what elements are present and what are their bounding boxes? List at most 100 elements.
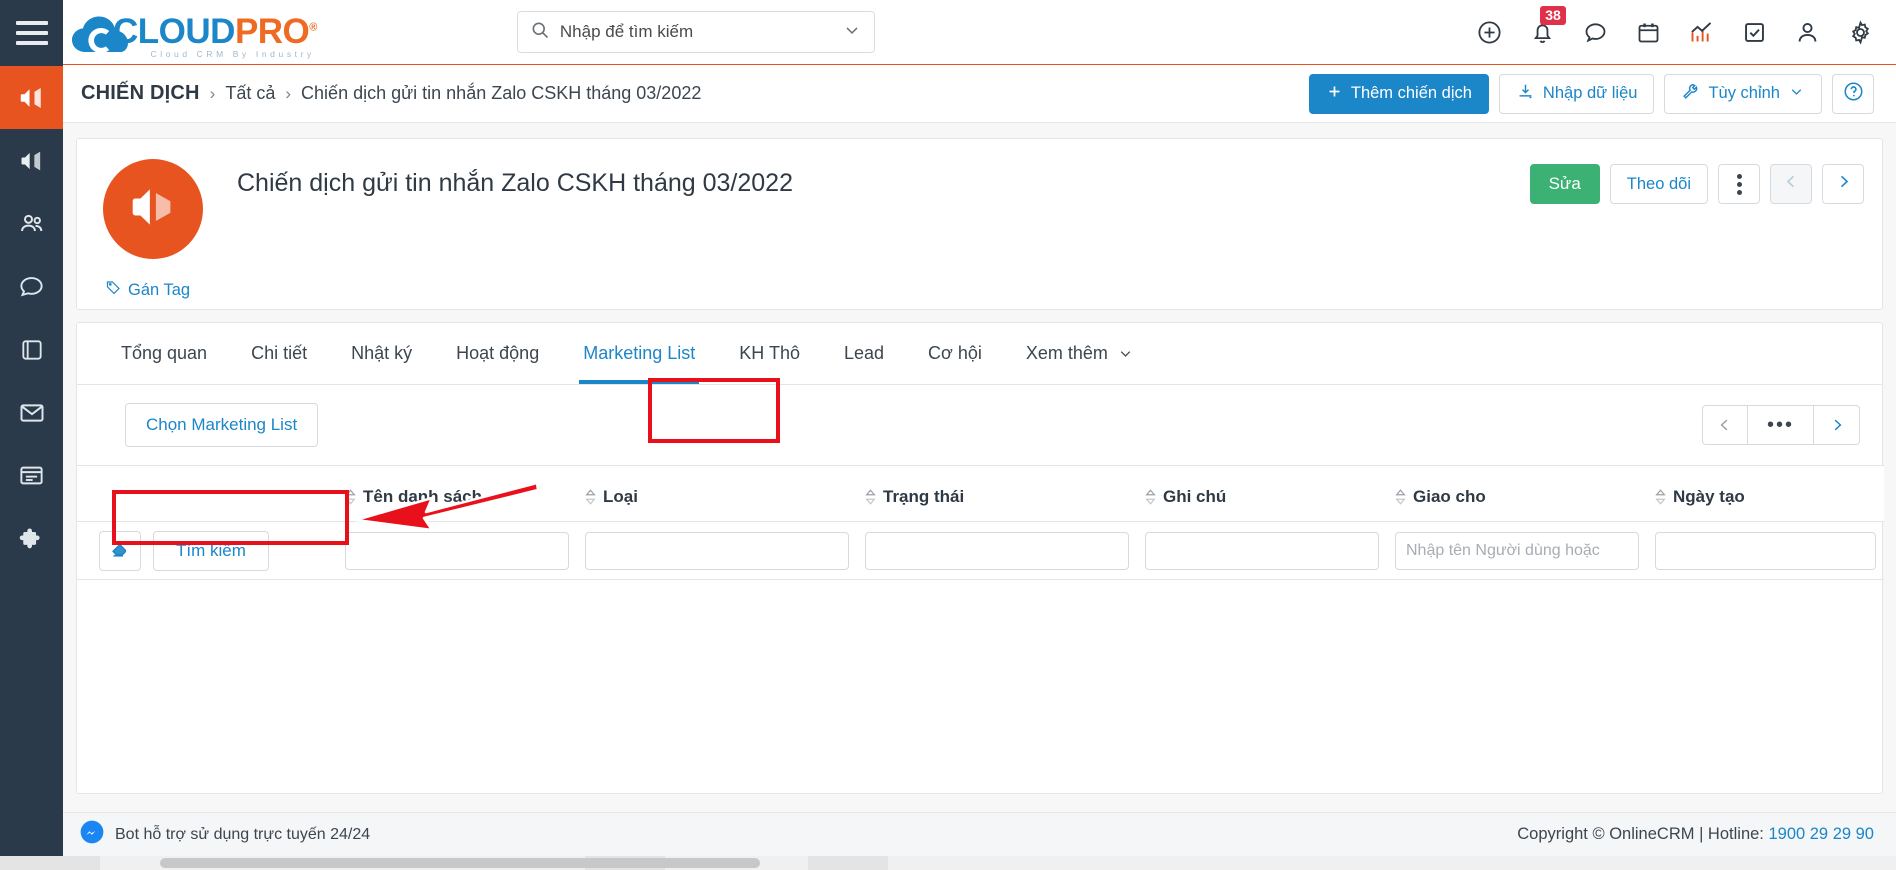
avatar [103, 159, 203, 259]
support-bot-link[interactable]: Bot hỗ trợ sử dụng trực tuyến 24/24 [79, 819, 370, 850]
choose-marketing-list-button[interactable]: Chọn Marketing List [125, 403, 319, 447]
breadcrumb-parent[interactable]: Tất cả [225, 83, 275, 104]
add-campaign-button[interactable]: Thêm chiến dịch [1308, 73, 1489, 114]
tab-label: Lead [843, 343, 885, 363]
pager-more-button[interactable]: ••• [1748, 405, 1814, 445]
pager-next-button[interactable] [1814, 405, 1860, 445]
sort-icon[interactable] [865, 488, 876, 505]
tab-label: Marketing List [583, 343, 696, 363]
breadcrumb-bar: CHIẾN DỊCH › Tất cả › Chiến dịch gửi tin… [63, 65, 1896, 123]
customize-button[interactable]: Tùy chỉnh [1664, 73, 1822, 114]
tab-tong-quan[interactable]: Tổng quan [99, 323, 229, 384]
sort-icon[interactable] [585, 488, 596, 505]
tab-nhat-ky[interactable]: Nhật ký [329, 323, 434, 384]
sidebar-item-campaigns[interactable] [0, 66, 63, 129]
clear-filters-button[interactable] [99, 530, 141, 571]
list-toolbar: Chọn Marketing List ••• [77, 385, 1882, 465]
gear-icon[interactable] [1847, 19, 1874, 46]
filter-input-loai[interactable] [585, 531, 849, 570]
tab-label: KH Thô [739, 343, 800, 363]
sidebar-item-lists[interactable] [0, 444, 63, 507]
plus-icon [1326, 83, 1343, 105]
filter-input-ngay-tao[interactable] [1655, 531, 1876, 570]
add-campaign-label: Thêm chiến dịch [1350, 84, 1472, 102]
th-giao-cho[interactable]: Giao cho [1387, 465, 1647, 522]
assign-tag-link[interactable]: Gán Tag [105, 279, 190, 301]
sidebar-item-customers[interactable] [0, 192, 63, 255]
help-button[interactable] [1832, 73, 1874, 114]
tab-chi-tiet[interactable]: Chi tiết [229, 323, 329, 384]
th-ten-danh-sach[interactable]: Tên danh sách [337, 465, 577, 522]
th-actions [77, 465, 337, 522]
sort-icon[interactable] [345, 488, 356, 505]
pager-prev-button[interactable] [1702, 405, 1748, 445]
filter-input-giao-cho[interactable] [1395, 531, 1639, 570]
search-filter-button[interactable]: Tìm kiếm [153, 530, 269, 571]
campaign-header-card: Chiến dịch gửi tin nhắn Zalo CSKH tháng … [76, 138, 1883, 310]
filter-cell-ten-danh-sach [337, 521, 577, 580]
tab-lead[interactable]: Lead [822, 323, 906, 384]
cloud-shape-icon [71, 14, 129, 58]
customize-label: Tùy chỉnh [1708, 84, 1780, 102]
import-data-label: Nhập dữ liệu [1542, 84, 1638, 102]
add-circle-icon[interactable] [1476, 19, 1503, 46]
th-loai[interactable]: Loại [577, 465, 857, 522]
calendar-icon[interactable] [1635, 19, 1662, 46]
task-check-icon[interactable] [1741, 19, 1768, 46]
analytics-icon[interactable] [1688, 19, 1715, 46]
import-data-button[interactable]: Nhập dữ liệu [1498, 73, 1655, 114]
table-header-row: Tên danh sách Loại Trạng thái Ghi chú Gi… [77, 465, 1884, 522]
edit-button[interactable]: Sửa [1529, 164, 1600, 204]
chevron-down-icon[interactable] [842, 20, 862, 45]
bell-icon[interactable]: 38 [1529, 5, 1566, 46]
filter-cell-loai [577, 521, 857, 580]
chevron-right-icon [1834, 419, 1841, 431]
more-actions-button[interactable] [1718, 164, 1760, 204]
th-ngay-tao[interactable]: Ngày tạo [1647, 465, 1884, 522]
next-record-button[interactable] [1822, 164, 1864, 204]
filter-input-ten-danh-sach[interactable] [345, 531, 569, 570]
breadcrumb: CHIẾN DỊCH › Tất cả › Chiến dịch gửi tin… [81, 82, 701, 105]
sidebar-item-addons[interactable] [0, 507, 63, 570]
user-icon[interactable] [1794, 19, 1821, 46]
sort-icon[interactable] [1655, 488, 1666, 505]
breadcrumb-root[interactable]: CHIẾN DỊCH [81, 82, 200, 105]
tab-marketing-list[interactable]: Marketing List [561, 323, 717, 384]
tab-co-hoi[interactable]: Cơ hội [906, 323, 1004, 384]
help-circle-icon [1842, 80, 1865, 108]
sidebar-item-email[interactable] [0, 381, 63, 444]
tag-icon [105, 279, 122, 301]
search-input[interactable] [559, 22, 834, 42]
th-trang-thai[interactable]: Trạng thái [857, 465, 1137, 522]
horizontal-scrollbar[interactable] [0, 856, 1896, 870]
th-ghi-chu[interactable]: Ghi chú [1137, 465, 1387, 522]
sort-icon[interactable] [1145, 488, 1156, 505]
prev-record-button[interactable] [1770, 164, 1812, 204]
global-search[interactable] [516, 11, 875, 53]
sidebar-item-marketing[interactable] [0, 129, 63, 192]
tab-hoat-dong[interactable]: Hoạt động [434, 323, 561, 384]
tab-xem-them[interactable]: Xem thêm [1004, 323, 1156, 384]
sidebar-item-knowledge[interactable] [0, 318, 63, 381]
tab-kh-tho[interactable]: KH Thô [717, 323, 822, 384]
chat-bubble-icon[interactable] [1582, 19, 1609, 46]
sort-icon[interactable] [1395, 488, 1406, 505]
tab-bar: Tổng quan Chi tiết Nhật ký Hoạt động Mar… [77, 323, 1882, 385]
eraser-icon [110, 538, 131, 564]
chevron-left-icon [1720, 419, 1728, 431]
copyright-label: Copyright © OnlineCRM | Hotline: [1517, 825, 1769, 843]
app-logo[interactable]: CLOUDPRO® Cloud CRM By Industry [71, 6, 317, 58]
people-icon [18, 210, 46, 238]
hotline-number[interactable]: 1900 29 29 90 [1768, 825, 1874, 843]
vertical-dots-icon [1736, 173, 1742, 195]
scrollbar-thumb[interactable] [160, 858, 760, 868]
sidebar-item-chat[interactable] [0, 255, 63, 318]
hamburger-icon[interactable] [0, 0, 63, 66]
filter-cell-ghi-chu [1137, 521, 1387, 580]
follow-label: Theo dõi [1626, 174, 1691, 193]
follow-button[interactable]: Theo dõi [1609, 164, 1708, 204]
filter-input-trang-thai[interactable] [865, 531, 1129, 570]
tab-label: Tổng quan [121, 343, 208, 363]
filter-input-ghi-chu[interactable] [1145, 531, 1379, 570]
top-header: CLOUDPRO® Cloud CRM By Industry Nhập để … [63, 0, 1896, 65]
